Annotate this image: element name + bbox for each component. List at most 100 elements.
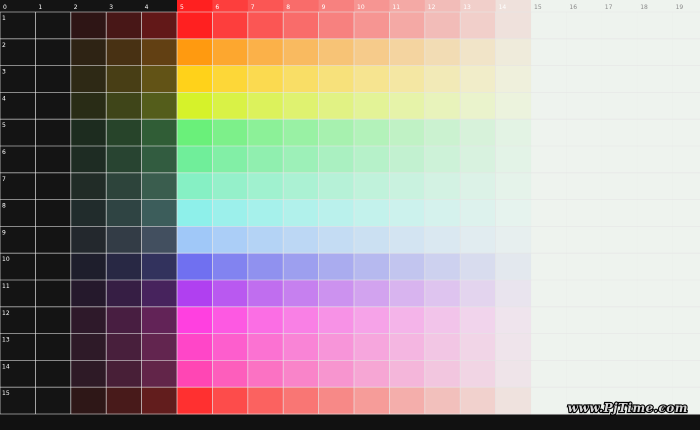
color-cell xyxy=(177,387,213,415)
color-cell xyxy=(389,92,426,120)
color-cell xyxy=(460,226,497,254)
color-cell xyxy=(672,65,700,93)
row-label: 9 xyxy=(2,229,6,236)
color-cell xyxy=(318,172,355,201)
color-cell xyxy=(70,253,107,281)
color-cell xyxy=(212,38,249,67)
color-cell xyxy=(531,172,567,201)
color-cell xyxy=(141,119,178,147)
column-label: 9 xyxy=(322,4,326,11)
color-cell xyxy=(106,226,143,254)
color-cell xyxy=(283,172,320,201)
color-cell xyxy=(460,172,497,201)
color-cell xyxy=(177,280,213,308)
color-cell xyxy=(318,387,355,415)
color-cell xyxy=(389,387,426,415)
color-cell xyxy=(672,333,700,361)
color-cell xyxy=(106,306,143,335)
color-cell xyxy=(177,12,213,40)
color-cell xyxy=(389,119,426,147)
color-cell xyxy=(35,333,72,361)
color-cell xyxy=(106,253,143,281)
color-cell xyxy=(460,119,497,147)
color-cell xyxy=(637,306,674,335)
color-cell xyxy=(531,387,567,415)
color-cell xyxy=(424,333,461,361)
color-cell xyxy=(141,253,178,281)
color-cell xyxy=(70,280,107,308)
color-cell xyxy=(35,360,72,388)
color-cell xyxy=(389,199,426,227)
color-cell xyxy=(177,253,213,281)
color-cell xyxy=(566,253,603,281)
color-cell xyxy=(106,12,143,40)
color-cell xyxy=(495,280,532,308)
color-cell xyxy=(531,306,567,335)
color-cell xyxy=(389,226,426,254)
color-cell xyxy=(495,38,532,67)
color-cell xyxy=(141,92,178,120)
color-cell xyxy=(566,38,603,67)
color-cell xyxy=(106,119,143,147)
column-label: 10 xyxy=(357,4,365,11)
color-cell xyxy=(247,226,284,254)
color-cell xyxy=(318,12,355,40)
color-cell xyxy=(601,199,638,227)
color-cell xyxy=(637,38,674,67)
color-grid: 0 1 2 3 4 5 6 7 8 9 10 11 12 13 14 15 16 17 18 19 123456789… xyxy=(0,0,700,416)
color-cell xyxy=(672,12,700,40)
color-cell xyxy=(672,92,700,120)
color-cell xyxy=(460,12,497,40)
color-cell xyxy=(141,172,178,201)
color-cell xyxy=(247,280,284,308)
color-cell xyxy=(318,119,355,147)
color-cell xyxy=(106,92,143,120)
color-cell xyxy=(35,253,72,281)
color-cell xyxy=(177,119,213,147)
color-cell xyxy=(495,65,532,93)
grid-cells xyxy=(0,0,700,415)
color-cell xyxy=(106,280,143,308)
color-cell xyxy=(531,38,567,67)
color-cell xyxy=(318,146,355,174)
column-label: 2 xyxy=(74,4,78,11)
color-cell xyxy=(247,199,284,227)
column-label: 18 xyxy=(640,4,648,11)
color-cell xyxy=(566,333,603,361)
color-cell xyxy=(424,253,461,281)
color-cell xyxy=(354,306,390,335)
color-cell xyxy=(247,172,284,201)
color-cell xyxy=(70,65,107,93)
column-label: 8 xyxy=(286,4,290,11)
color-cell xyxy=(424,387,461,415)
color-cell xyxy=(531,226,567,254)
column-label: 3 xyxy=(109,4,113,11)
color-cell xyxy=(247,38,284,67)
color-cell xyxy=(318,333,355,361)
color-cell xyxy=(141,360,178,388)
row-label: 8 xyxy=(2,203,6,210)
color-cell xyxy=(283,199,320,227)
color-cell xyxy=(106,333,143,361)
color-cell xyxy=(141,65,178,93)
color-cell xyxy=(495,119,532,147)
color-cell xyxy=(531,146,567,174)
column-label: 16 xyxy=(569,4,577,11)
color-cell xyxy=(70,333,107,361)
color-cell xyxy=(672,199,700,227)
color-cell xyxy=(601,306,638,335)
color-cell xyxy=(601,12,638,40)
color-cell xyxy=(141,146,178,174)
color-cell xyxy=(212,199,249,227)
row-label: 13 xyxy=(2,337,10,344)
color-cell xyxy=(495,12,532,40)
color-cell xyxy=(601,172,638,201)
color-cell xyxy=(495,387,532,415)
color-cell xyxy=(212,172,249,201)
color-cell xyxy=(106,38,143,67)
color-cell xyxy=(283,92,320,120)
color-cell xyxy=(212,146,249,174)
color-cell xyxy=(212,119,249,147)
column-label: 5 xyxy=(180,4,184,11)
color-cell xyxy=(424,12,461,40)
